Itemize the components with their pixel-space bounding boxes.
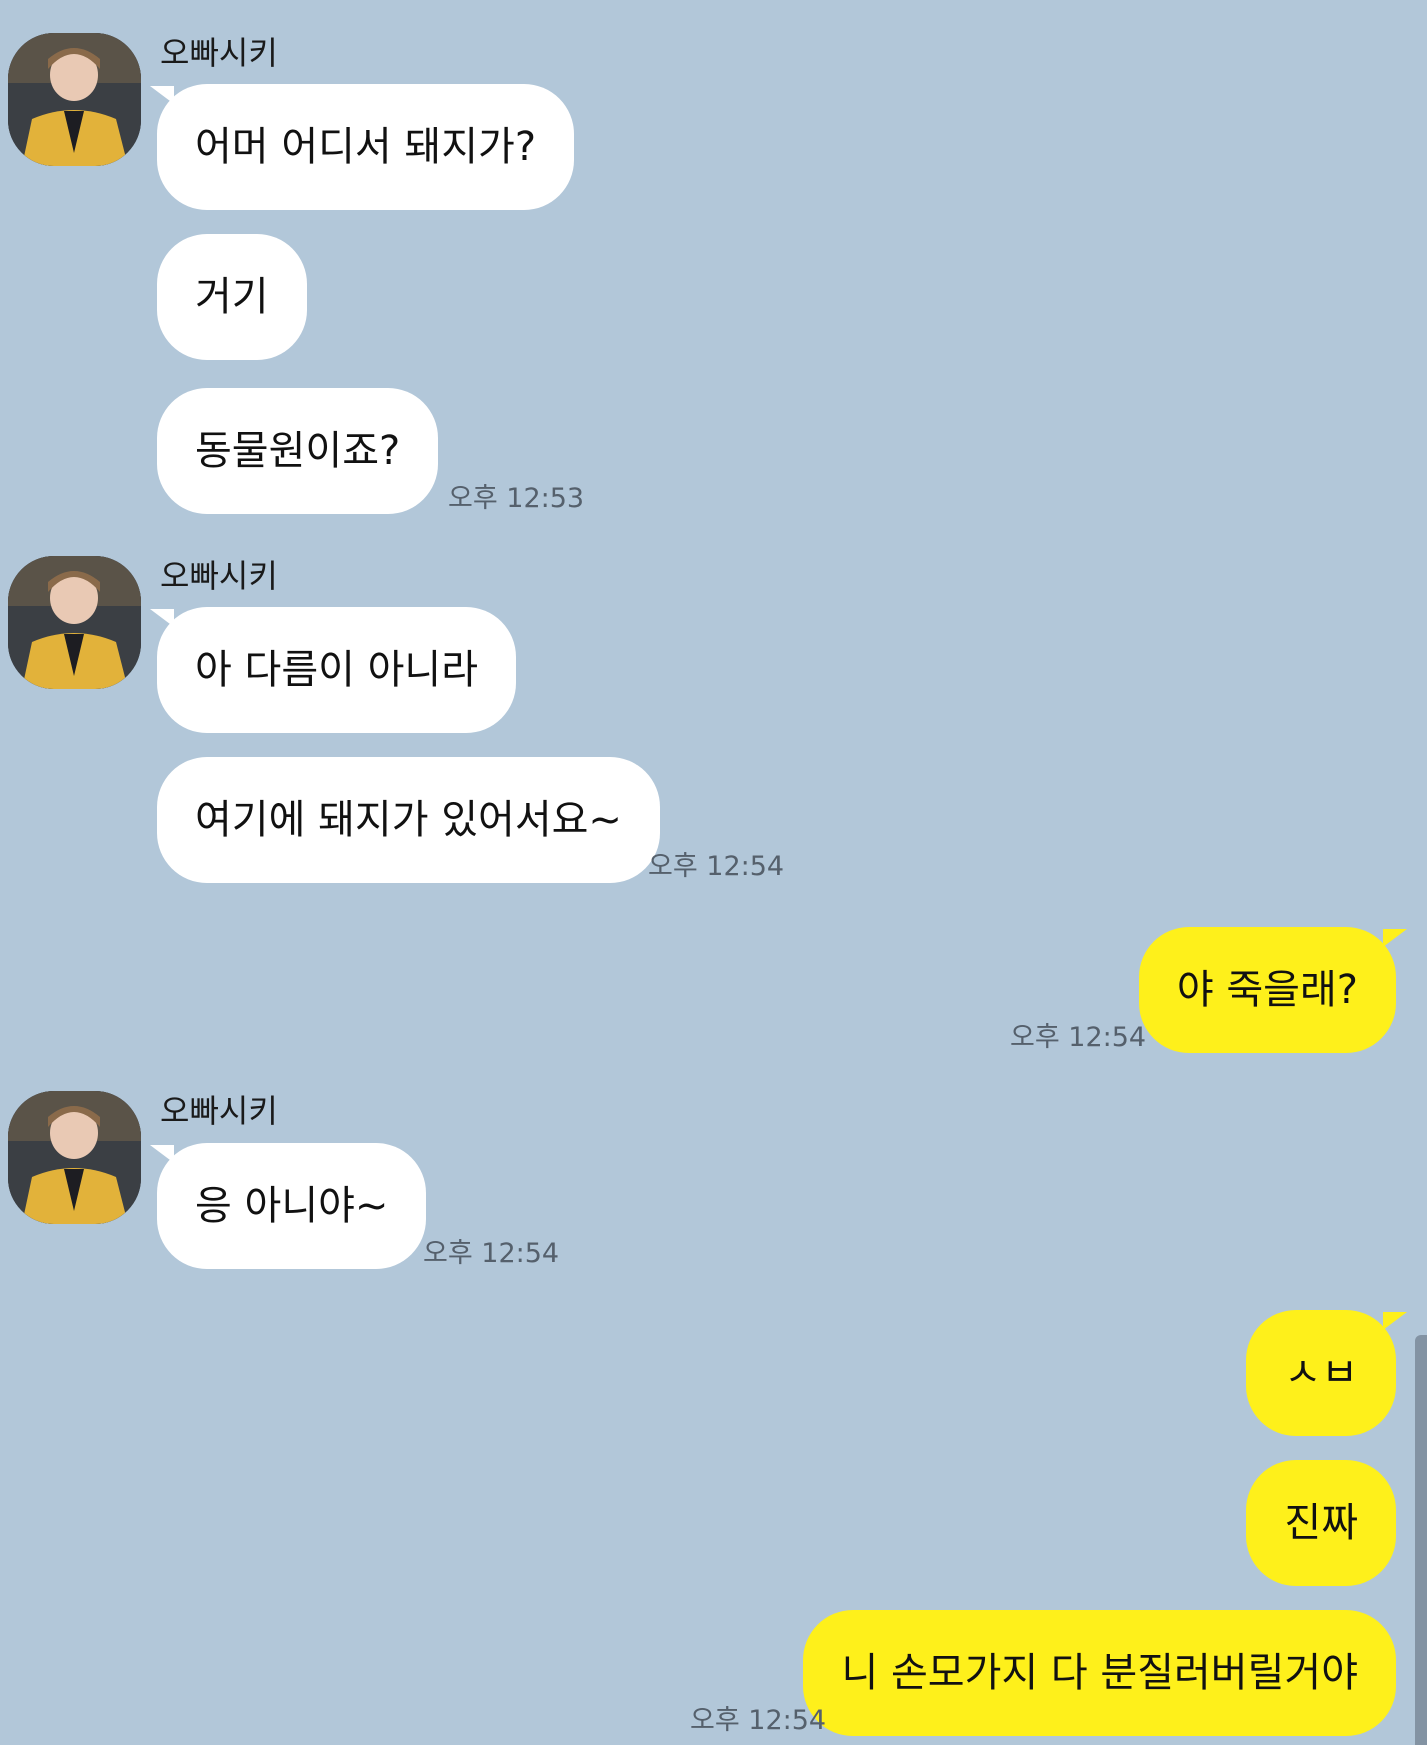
sender-name: 오빠시키 — [160, 557, 278, 595]
message-bubble-outgoing[interactable]: 진짜 — [1246, 1460, 1396, 1586]
sender-avatar[interactable] — [8, 33, 141, 166]
message-bubble-incoming[interactable]: 응 아니야~ — [157, 1143, 427, 1269]
profile-photo-icon — [8, 1091, 141, 1224]
bubble-tail — [1383, 1312, 1407, 1330]
message-bubble-incoming[interactable]: 어머 어디서 돼지가? — [157, 84, 575, 210]
message-bubble-incoming[interactable]: 아 다름이 아니라 — [157, 607, 517, 733]
message-bubble-outgoing[interactable]: 니 손모가지 다 분질러버릴거야 — [803, 1610, 1396, 1736]
sender-name: 오빠시키 — [160, 1092, 278, 1130]
sender-name: 오빠시키 — [160, 34, 278, 72]
message-bubble-outgoing[interactable]: ㅅㅂ — [1246, 1310, 1396, 1436]
scrollbar[interactable] — [1415, 1335, 1427, 1745]
message-bubble-incoming[interactable]: 여기에 돼지가 있어서요~ — [157, 757, 660, 883]
message-bubble-incoming[interactable]: 동물원이죠? — [157, 388, 439, 514]
message-timestamp: 오후 12:54 — [423, 1238, 560, 1269]
message-timestamp: 오후 12:54 — [1010, 1022, 1147, 1053]
profile-photo-icon — [8, 33, 141, 166]
message-timestamp: 오후 12:54 — [648, 851, 785, 882]
message-timestamp: 오후 12:53 — [448, 483, 585, 514]
sender-avatar[interactable] — [8, 556, 141, 689]
sender-avatar[interactable] — [8, 1091, 141, 1224]
bubble-tail — [1383, 929, 1407, 947]
message-bubble-outgoing[interactable]: 야 죽을래? — [1138, 927, 1396, 1053]
chat-window: 오빠시키 어머 어디서 돼지가? 거기 동물원이죠? 오후 12:53 오빠시키… — [0, 0, 1427, 1745]
message-timestamp: 오후 12:54 — [690, 1705, 827, 1736]
message-bubble-incoming[interactable]: 거기 — [157, 234, 307, 360]
profile-photo-icon — [8, 556, 141, 689]
